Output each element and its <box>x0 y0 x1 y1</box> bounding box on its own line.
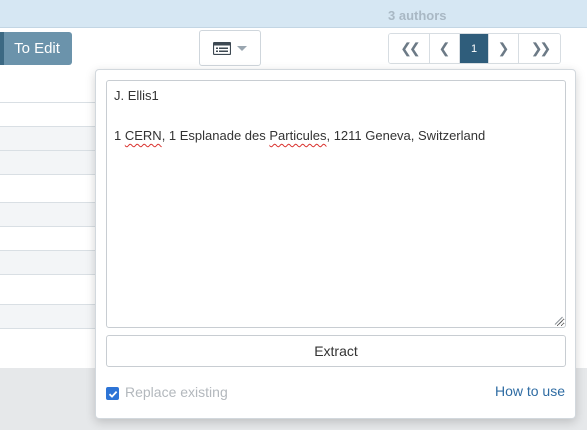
textarea-line-3-mid: , 1 Esplanade des <box>161 128 270 143</box>
list-icon <box>213 41 231 55</box>
list-row <box>0 227 100 251</box>
checkmark-icon <box>108 390 117 398</box>
list-row <box>0 103 100 127</box>
chevron-down-icon <box>237 46 247 51</box>
list-row <box>0 79 100 103</box>
list-row <box>0 305 100 329</box>
author-list-background <box>0 79 100 329</box>
how-to-use-link[interactable]: How to use <box>495 383 565 399</box>
authors-header-bar: 3 authors <box>0 0 587 28</box>
extract-button[interactable]: Extract <box>106 335 566 367</box>
list-row <box>0 275 100 305</box>
list-row <box>0 203 100 227</box>
list-row <box>0 127 100 151</box>
view-toggle-dropdown[interactable] <box>199 30 261 66</box>
first-page-button[interactable]: ❮❮ <box>389 34 430 63</box>
to-edit-button[interactable]: To Edit <box>0 32 72 65</box>
list-row <box>0 151 100 175</box>
prev-page-button[interactable]: ❮ <box>430 34 460 63</box>
spellcheck-word-particules: Particules <box>269 128 327 143</box>
textarea-line-3-suffix: , 1211 Geneva, Switzerland <box>326 128 486 143</box>
authors-count: 3 authors <box>388 8 447 23</box>
list-row <box>0 175 100 203</box>
next-page-button[interactable]: ❯ <box>489 34 519 63</box>
list-row <box>0 251 100 275</box>
toolbar: To Edit ❮❮ ❮ 1 ❯ ❯❯ <box>0 29 587 69</box>
textarea-line-3-prefix: 1 <box>114 128 125 143</box>
author-text-input[interactable]: J. Ellis1 1 CERN, 1 Esplanade des Partic… <box>106 80 566 328</box>
replace-existing-label: Replace existing <box>125 384 228 400</box>
pagination: ❮❮ ❮ 1 ❯ ❯❯ <box>388 33 561 64</box>
resize-grip-icon[interactable] <box>554 316 563 325</box>
current-page-button[interactable]: 1 <box>460 34 489 63</box>
textarea-line-1: J. Ellis1 <box>114 88 159 103</box>
affiliation-extract-popover: J. Ellis1 1 CERN, 1 Esplanade des Partic… <box>95 69 576 419</box>
spellcheck-word-cern: CERN <box>124 128 162 143</box>
last-page-button[interactable]: ❯❯ <box>519 34 560 63</box>
replace-existing-checkbox[interactable] <box>106 387 119 400</box>
replace-existing-option: Replace existing <box>106 383 228 401</box>
